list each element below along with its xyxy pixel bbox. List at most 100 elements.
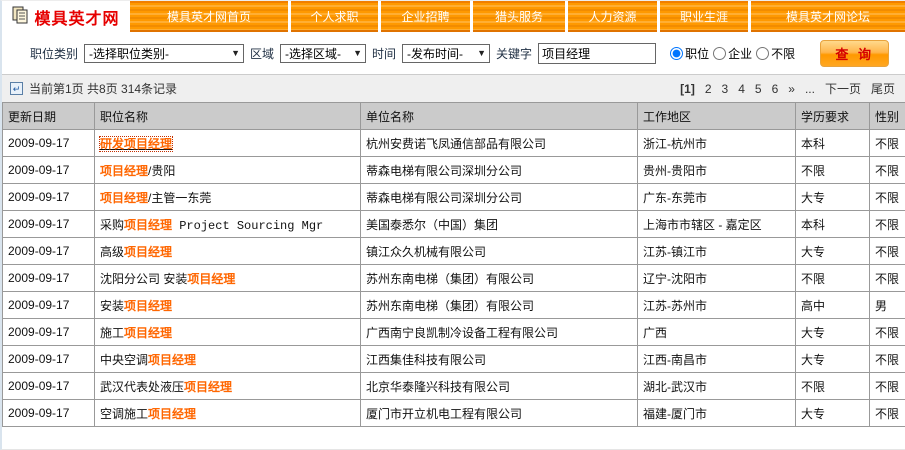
title-text: 空调施工 [100, 407, 148, 421]
title-text: 高级 [100, 245, 124, 259]
job-title-link[interactable]: 施工项目经理 [100, 326, 172, 340]
job-title-link[interactable]: 项目经理/主管一东莞 [100, 191, 211, 205]
page-link-4[interactable]: 4 [738, 82, 745, 96]
table-row: 2009-09-17高级项目经理镇江众久机械有限公司江苏-镇江市大专不限 [3, 238, 905, 265]
results-table: 更新日期职位名称单位名称工作地区学历要求性别 2009-09-17 研发项目经理 杭… [2, 102, 905, 427]
logo-text: 模具英才网 [34, 5, 119, 29]
page-link-...[interactable]: ... [805, 82, 815, 96]
region-select[interactable]: -选择区域- ▼ [280, 44, 366, 63]
category-select[interactable]: -选择职位类别- ▼ [84, 44, 244, 63]
keyword-highlight: 项目经理 [148, 353, 196, 367]
update-date: 2009-09-17 [3, 157, 95, 184]
update-date: 2009-09-17 [3, 400, 95, 427]
page-link-»[interactable]: » [788, 82, 795, 96]
current-page: [1] [680, 82, 695, 96]
job-title-link[interactable]: 研发项目经理 [100, 137, 172, 151]
work-location: 上海市市辖区 - 嘉定区 [638, 211, 796, 238]
job-title-cell: 项目经理/贵阳 [95, 157, 361, 184]
page-link-尾页[interactable]: 尾页 [871, 80, 895, 97]
top-bar: 模具英才网 模具英才网首页个人求职企业招聘猎头服务人力资源职业生涯模具英才网论坛 [2, 1, 905, 32]
time-select[interactable]: -发布时间- ▼ [402, 44, 490, 63]
update-date: 2009-09-17 [3, 184, 95, 211]
work-location: 广东-东莞市 [638, 184, 796, 211]
education-requirement: 大专 [796, 400, 870, 427]
query-button[interactable]: 查 询 [820, 40, 889, 67]
search-bar: 职位类别 -选择职位类别- ▼ 区域 -选择区域- ▼ 时间 -发布时间- ▼ … [2, 32, 905, 72]
company-name: 蒂森电梯有限公司深圳分公司 [361, 157, 638, 184]
work-location: 贵州-贵阳市 [638, 157, 796, 184]
radio-input[interactable] [713, 47, 726, 60]
radio-input[interactable] [670, 47, 683, 60]
nav-tab-7[interactable]: 模具英才网论坛 [751, 1, 905, 32]
scope-radio-职位[interactable]: 职位 [670, 45, 709, 62]
gender-requirement: 不限 [870, 157, 905, 184]
gender-requirement: 不限 [870, 400, 905, 427]
keyword-highlight: 项目经理 [187, 272, 235, 286]
company-name: 苏州东南电梯（集团）有限公司 [361, 292, 638, 319]
column-header: 性别 [870, 103, 905, 130]
job-title-link[interactable]: 中央空调项目经理 [100, 353, 196, 367]
job-title-link[interactable]: 武汉代表处液压项目经理 [100, 380, 232, 394]
table-row: 2009-09-17中央空调项目经理江西集佳科技有限公司江西-南昌市大专不限 [3, 346, 905, 373]
job-title-link[interactable]: 空调施工项目经理 [100, 407, 196, 421]
company-name: 杭州安费诺飞凤通信部品有限公司 [361, 130, 638, 157]
gender-requirement: 不限 [870, 319, 905, 346]
page-link-6[interactable]: 6 [772, 82, 779, 96]
keyword-highlight: 项目经理 [148, 407, 196, 421]
keyword-highlight: 项目经理 [124, 326, 172, 340]
keyword-input[interactable] [538, 43, 656, 64]
title-text: 安装 [100, 299, 124, 313]
page-list-icon: ↵ [10, 82, 23, 95]
education-requirement: 不限 [796, 265, 870, 292]
keyword-highlight: 项目经理 [124, 245, 172, 259]
job-title-cell: 武汉代表处液压项目经理 [95, 373, 361, 400]
page-link-5[interactable]: 5 [755, 82, 762, 96]
page-link-2[interactable]: 2 [705, 82, 712, 96]
company-name: 北京华泰隆兴科技有限公司 [361, 373, 638, 400]
job-title-link[interactable]: 项目经理/贵阳 [100, 164, 175, 178]
table-header-row: 更新日期职位名称单位名称工作地区学历要求性别 [3, 103, 905, 130]
company-name: 蒂森电梯有限公司深圳分公司 [361, 184, 638, 211]
site-logo[interactable]: 模具英才网 [2, 1, 130, 32]
nav-tab-1[interactable]: 模具英才网首页 [130, 1, 288, 32]
column-header: 学历要求 [796, 103, 870, 130]
gender-requirement: 男 [870, 292, 905, 319]
nav-tab-5[interactable]: 人力资源 [568, 1, 657, 32]
scope-radio-group: 职位企业不限 [670, 45, 795, 62]
nav-tab-6[interactable]: 职业生涯 [660, 1, 748, 32]
page-link-下一页[interactable]: 下一页 [825, 80, 861, 97]
company-name: 广西南宁良凯制冷设备工程有限公司 [361, 319, 638, 346]
education-requirement: 不限 [796, 157, 870, 184]
title-text: 施工 [100, 326, 124, 340]
nav-tab-3[interactable]: 企业招聘 [381, 1, 470, 32]
nav-tab-2[interactable]: 个人求职 [291, 1, 378, 32]
job-title-link[interactable]: 高级项目经理 [100, 245, 172, 259]
job-title-cell: 安装项目经理 [95, 292, 361, 319]
keyword-highlight: 项目经理 [124, 299, 172, 313]
title-text: 中央空调 [100, 353, 148, 367]
update-date: 2009-09-17 [3, 211, 95, 238]
category-label: 职位类别 [30, 45, 78, 62]
work-location: 辽宁-沈阳市 [638, 265, 796, 292]
column-header: 工作地区 [638, 103, 796, 130]
chevron-down-icon: ▼ [231, 48, 240, 58]
region-select-value: -选择区域- [285, 45, 341, 62]
table-row: 2009-09-17项目经理/主管一东莞蒂森电梯有限公司深圳分公司广东-东莞市大… [3, 184, 905, 211]
time-select-value: -发布时间- [407, 45, 463, 62]
gender-requirement: 不限 [870, 211, 905, 238]
keyword-highlight: 项目经理 [124, 137, 172, 151]
job-title-link[interactable]: 安装项目经理 [100, 299, 172, 313]
keyword-label: 关键字 [496, 45, 532, 62]
scope-radio-不限[interactable]: 不限 [756, 45, 795, 62]
job-title-cell: 采购项目经理 Project Sourcing Mgr [95, 211, 361, 238]
company-name: 厦门市开立机电工程有限公司 [361, 400, 638, 427]
scope-radio-企业[interactable]: 企业 [713, 45, 752, 62]
gender-requirement: 不限 [870, 130, 905, 157]
job-title-link[interactable]: 沈阳分公司 安装项目经理 [100, 272, 235, 286]
page-link-3[interactable]: 3 [722, 82, 729, 96]
logo-pages-icon [12, 6, 29, 27]
table-row: 2009-09-17项目经理/贵阳蒂森电梯有限公司深圳分公司贵州-贵阳市不限不限 [3, 157, 905, 184]
nav-tab-4[interactable]: 猎头服务 [473, 1, 565, 32]
radio-input[interactable] [756, 47, 769, 60]
job-title-link[interactable]: 采购项目经理 Project Sourcing Mgr [100, 218, 323, 232]
